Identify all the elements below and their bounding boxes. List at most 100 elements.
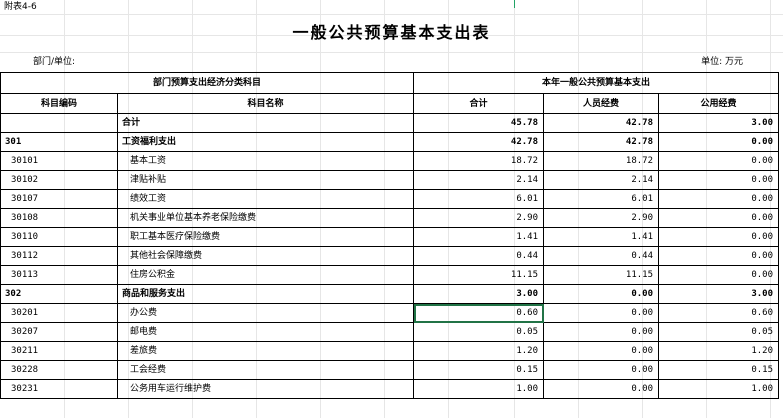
gridline-horizontal [0, 52, 783, 53]
header-public-expense[interactable]: 公用经费 [658, 93, 780, 114]
cell-public-expense[interactable]: 0.00 [658, 246, 780, 266]
cell-public-expense[interactable]: 0.00 [658, 189, 780, 209]
cell-subject-code[interactable]: 30107 [0, 189, 118, 209]
cell-public-expense[interactable]: 0.15 [658, 360, 780, 380]
cell-subject-name[interactable]: 其他社会保障缴费 [116, 246, 415, 266]
cell-personnel-expense[interactable]: 2.90 [543, 208, 660, 228]
cell-total[interactable]: 0.05 [413, 322, 545, 342]
header-personnel-expense[interactable]: 人员经费 [543, 93, 660, 114]
cell-public-expense[interactable]: 0.00 [658, 132, 780, 152]
department-label: 部门/单位: [33, 57, 76, 67]
cell-personnel-expense[interactable]: 18.72 [543, 151, 660, 171]
table-row: 30207 邮电费 0.05 0.00 0.05 [0, 322, 780, 342]
cell-subject-code[interactable]: 30102 [0, 170, 118, 190]
cell-subject-name[interactable]: 职工基本医疗保险缴费 [116, 227, 415, 247]
cell-subject-name[interactable]: 合计 [116, 113, 415, 133]
table-row: 30201 办公费 0.60 0.00 0.60 [0, 303, 780, 323]
budget-table: 部门预算支出经济分类科目 本年一般公共预算基本支出 科目编码 科目名称 合计 人… [0, 72, 780, 399]
cell-personnel-expense[interactable]: 0.00 [543, 303, 660, 323]
cell-public-expense[interactable]: 3.00 [658, 284, 780, 304]
cell-subject-name[interactable]: 公务用车运行维护费 [116, 379, 415, 399]
cell-subject-code[interactable]: 30110 [0, 227, 118, 247]
cell-total[interactable]: 45.78 [413, 113, 545, 133]
table-row: 30231 公务用车运行维护费 1.00 0.00 1.00 [0, 379, 780, 399]
cell-subject-code[interactable] [0, 113, 118, 133]
cell-subject-name[interactable]: 机关事业单位基本养老保险缴费 [116, 208, 415, 228]
cell-personnel-expense[interactable]: 0.00 [543, 341, 660, 361]
table-row: 30108 机关事业单位基本养老保险缴费 2.90 2.90 0.00 [0, 208, 780, 228]
table-row: 30107 绩效工资 6.01 6.01 0.00 [0, 189, 780, 209]
cell-subject-name[interactable]: 住房公积金 [116, 265, 415, 285]
cell-subject-name[interactable]: 邮电费 [116, 322, 415, 342]
cell-public-expense[interactable]: 0.00 [658, 208, 780, 228]
cell-personnel-expense[interactable]: 42.78 [543, 132, 660, 152]
cell-subject-code[interactable]: 30211 [0, 341, 118, 361]
table-row: 30102 津贴补贴 2.14 2.14 0.00 [0, 170, 780, 190]
cell-personnel-expense[interactable]: 2.14 [543, 170, 660, 190]
cell-subject-code[interactable]: 30207 [0, 322, 118, 342]
cell-personnel-expense[interactable]: 0.00 [543, 379, 660, 399]
cell-subject-name[interactable]: 工资福利支出 [116, 132, 415, 152]
table-row: 302 商品和服务支出 3.00 0.00 3.00 [0, 284, 780, 304]
cell-public-expense[interactable]: 0.05 [658, 322, 780, 342]
cell-total[interactable]: 42.78 [413, 132, 545, 152]
cell-subject-code[interactable]: 30228 [0, 360, 118, 380]
cell-subject-code[interactable]: 30113 [0, 265, 118, 285]
cell-subject-code[interactable]: 30231 [0, 379, 118, 399]
cell-total[interactable]: 3.00 [413, 284, 545, 304]
table-row: 301 工资福利支出 42.78 42.78 0.00 [0, 132, 780, 152]
cell-personnel-expense[interactable]: 0.44 [543, 246, 660, 266]
header-economic-classification[interactable]: 部门预算支出经济分类科目 [0, 72, 415, 94]
cell-subject-name[interactable]: 基本工资 [116, 151, 415, 171]
table-body: 合计 45.78 42.78 3.00 301 工资福利支出 42.78 42.78 0.00 3… [0, 113, 780, 399]
cell-personnel-expense[interactable]: 0.00 [543, 284, 660, 304]
cell-total[interactable]: 0.15 [413, 360, 545, 380]
cell-public-expense[interactable]: 3.00 [658, 113, 780, 133]
cell-public-expense[interactable]: 1.20 [658, 341, 780, 361]
table-row: 30112 其他社会保障缴费 0.44 0.44 0.00 [0, 246, 780, 266]
unit-label: 单位: 万元 [701, 57, 743, 67]
cell-total[interactable]: 1.41 [413, 227, 545, 247]
cell-subject-name[interactable]: 津贴补贴 [116, 170, 415, 190]
header-annual-basic-expenditure[interactable]: 本年一般公共预算基本支出 [413, 72, 780, 94]
cell-subject-name[interactable]: 商品和服务支出 [116, 284, 415, 304]
cell-subject-name[interactable]: 差旅费 [116, 341, 415, 361]
cell-subject-code[interactable]: 30112 [0, 246, 118, 266]
table-row: 30228 工会经费 0.15 0.00 0.15 [0, 360, 780, 380]
table-row: 30101 基本工资 18.72 18.72 0.00 [0, 151, 780, 171]
cell-total[interactable]: 0.60 [413, 303, 545, 323]
header-total[interactable]: 合计 [413, 93, 545, 114]
header-row-group: 部门预算支出经济分类科目 本年一般公共预算基本支出 [0, 72, 780, 94]
cell-personnel-expense[interactable]: 11.15 [543, 265, 660, 285]
cell-subject-name[interactable]: 绩效工资 [116, 189, 415, 209]
cell-personnel-expense[interactable]: 0.00 [543, 322, 660, 342]
cell-total[interactable]: 6.01 [413, 189, 545, 209]
cell-personnel-expense[interactable]: 6.01 [543, 189, 660, 209]
cell-total[interactable]: 1.20 [413, 341, 545, 361]
cell-total[interactable]: 0.44 [413, 246, 545, 266]
cell-personnel-expense[interactable]: 42.78 [543, 113, 660, 133]
header-subject-code[interactable]: 科目编码 [0, 93, 118, 114]
cell-public-expense[interactable]: 1.00 [658, 379, 780, 399]
cell-total[interactable]: 2.90 [413, 208, 545, 228]
cell-public-expense[interactable]: 0.00 [658, 170, 780, 190]
cell-subject-name[interactable]: 办公费 [116, 303, 415, 323]
cell-subject-code[interactable]: 30108 [0, 208, 118, 228]
cell-personnel-expense[interactable]: 0.00 [543, 360, 660, 380]
table-row: 30110 职工基本医疗保险缴费 1.41 1.41 0.00 [0, 227, 780, 247]
cell-public-expense[interactable]: 0.00 [658, 265, 780, 285]
cell-subject-code[interactable]: 302 [0, 284, 118, 304]
cell-public-expense[interactable]: 0.00 [658, 151, 780, 171]
cell-total[interactable]: 11.15 [413, 265, 545, 285]
cell-subject-name[interactable]: 工会经费 [116, 360, 415, 380]
cell-public-expense[interactable]: 0.60 [658, 303, 780, 323]
cell-personnel-expense[interactable]: 1.41 [543, 227, 660, 247]
cell-total[interactable]: 18.72 [413, 151, 545, 171]
cell-subject-code[interactable]: 301 [0, 132, 118, 152]
header-subject-name[interactable]: 科目名称 [116, 93, 415, 114]
cell-subject-code[interactable]: 30201 [0, 303, 118, 323]
cell-total[interactable]: 2.14 [413, 170, 545, 190]
cell-subject-code[interactable]: 30101 [0, 151, 118, 171]
cell-total[interactable]: 1.00 [413, 379, 545, 399]
cell-public-expense[interactable]: 0.00 [658, 227, 780, 247]
